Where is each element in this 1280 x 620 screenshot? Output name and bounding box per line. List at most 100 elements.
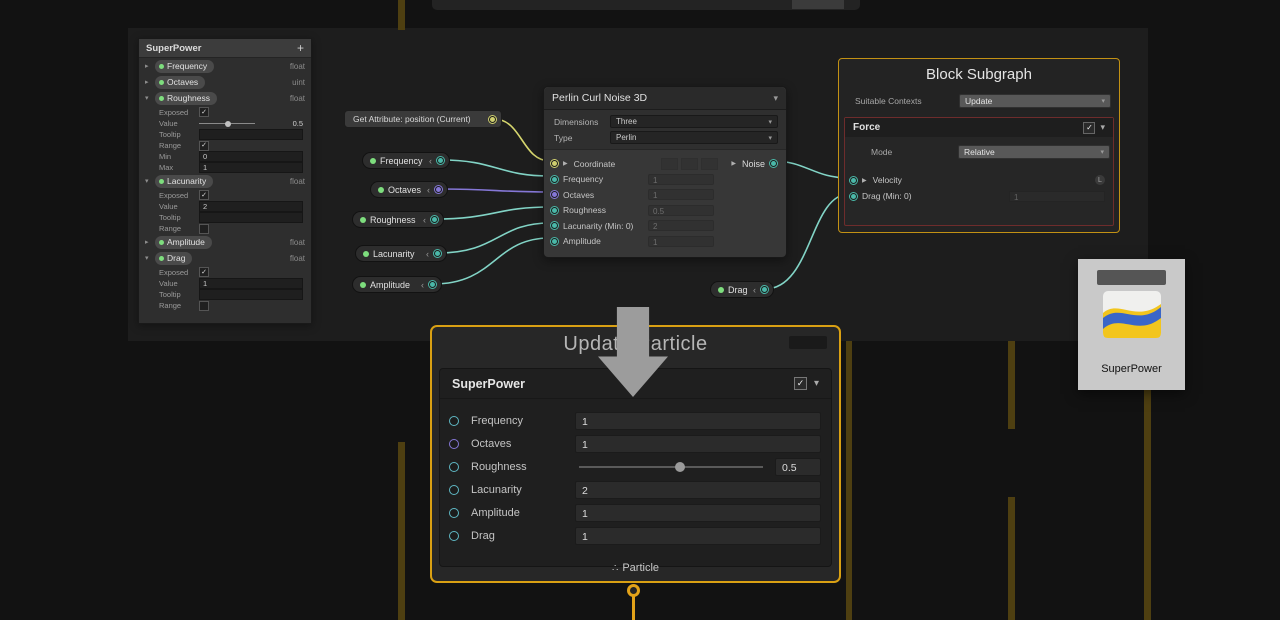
min-field[interactable]: 0 bbox=[199, 151, 303, 162]
collapse-icon[interactable]: ‹ bbox=[421, 280, 424, 290]
property-pill[interactable]: Octaves bbox=[155, 76, 205, 89]
z-field[interactable] bbox=[701, 158, 718, 170]
get-attribute-node[interactable]: Get Attribute: position (Current) bbox=[344, 110, 502, 128]
property-pill[interactable]: Amplitude bbox=[155, 236, 212, 249]
param-output-port[interactable] bbox=[433, 249, 442, 258]
noise-output-port[interactable] bbox=[769, 159, 778, 168]
mode-dropdown[interactable]: Relative▾ bbox=[958, 145, 1110, 159]
range-checkbox[interactable]: ✓ bbox=[199, 141, 209, 151]
coordinate-input-port[interactable] bbox=[550, 159, 559, 168]
dimensions-dropdown[interactable]: Three▾ bbox=[610, 115, 778, 128]
tooltip-field[interactable] bbox=[199, 289, 303, 300]
flow-output-port[interactable] bbox=[627, 584, 640, 597]
blackboard-header[interactable]: SuperPower + bbox=[139, 39, 311, 58]
range-checkbox[interactable] bbox=[199, 301, 209, 311]
roughness-input-port[interactable] bbox=[550, 206, 559, 215]
frequency-input-port[interactable] bbox=[550, 175, 559, 184]
frequency-value-field[interactable]: 1 bbox=[648, 174, 714, 185]
exposed-checkbox[interactable]: ✓ bbox=[199, 107, 209, 117]
param-output-port[interactable] bbox=[760, 285, 769, 294]
range-checkbox[interactable] bbox=[199, 224, 209, 234]
value-field[interactable]: 1 bbox=[199, 278, 303, 289]
roughness-value-field[interactable]: 0.5 bbox=[648, 205, 714, 216]
collapse-icon[interactable]: ‹ bbox=[427, 185, 430, 195]
amplitude-value-field[interactable]: 1 bbox=[648, 236, 714, 247]
collapse-icon[interactable]: ‹ bbox=[429, 156, 432, 166]
drag-field[interactable]: 1 bbox=[575, 527, 821, 545]
value-slider[interactable] bbox=[199, 123, 255, 124]
blackboard-property-drag[interactable]: ▾ Drag float bbox=[139, 250, 311, 266]
drag-port[interactable] bbox=[449, 531, 459, 541]
blackboard-property-roughness[interactable]: ▾ Roughness float bbox=[139, 90, 311, 106]
lacunarity-value-field[interactable]: 2 bbox=[648, 220, 714, 231]
param-output-port[interactable] bbox=[430, 215, 439, 224]
amplitude-input-port[interactable] bbox=[550, 237, 559, 246]
collapse-caret-icon[interactable]: ▾ bbox=[145, 94, 155, 102]
param-output-port[interactable] bbox=[434, 185, 443, 194]
roughness-port[interactable] bbox=[449, 462, 459, 472]
property-pill[interactable]: Drag bbox=[155, 252, 192, 265]
frequency-field[interactable]: 1 bbox=[575, 412, 821, 430]
add-property-button[interactable]: + bbox=[297, 41, 304, 55]
exposed-checkbox[interactable]: ✓ bbox=[199, 267, 209, 277]
param-node-octaves[interactable]: Octaves ‹ bbox=[370, 181, 448, 198]
expand-caret-icon[interactable]: ▸ bbox=[145, 238, 155, 246]
suitable-contexts-dropdown[interactable]: Update▾ bbox=[959, 94, 1111, 108]
blackboard-property-lacunarity[interactable]: ▾ Lacunarity float bbox=[139, 173, 311, 189]
property-pill[interactable]: Roughness bbox=[155, 92, 217, 105]
blackboard-property-frequency[interactable]: ▸ Frequency float bbox=[139, 58, 311, 74]
param-output-port[interactable] bbox=[428, 280, 437, 289]
amplitude-port[interactable] bbox=[449, 508, 459, 518]
blackboard-property-octaves[interactable]: ▸ Octaves uint bbox=[139, 74, 311, 90]
blackboard-property-amplitude[interactable]: ▸ Amplitude float bbox=[139, 234, 311, 250]
chevron-down-icon[interactable]: ▾ bbox=[773, 93, 778, 104]
octaves-input-port[interactable] bbox=[550, 190, 559, 199]
drag-input-port[interactable] bbox=[849, 192, 858, 201]
slider-handle[interactable] bbox=[225, 121, 231, 127]
param-node-lacunarity[interactable]: Lacunarity ‹ bbox=[355, 245, 447, 262]
chevron-down-icon[interactable]: ▾ bbox=[814, 378, 819, 389]
block-enabled-checkbox[interactable]: ✓ bbox=[794, 377, 807, 390]
frequency-port[interactable] bbox=[449, 416, 459, 426]
collapse-icon[interactable]: ‹ bbox=[426, 249, 429, 259]
param-output-port[interactable] bbox=[436, 156, 445, 165]
expand-caret-icon[interactable]: ▸ bbox=[145, 78, 155, 86]
drag-value-field[interactable]: 1 bbox=[1009, 191, 1105, 202]
block-subgraph-panel[interactable]: Block Subgraph Suitable Contexts Update▾… bbox=[838, 58, 1120, 233]
param-node-drag[interactable]: Drag ‹ bbox=[710, 281, 774, 298]
roughness-slider[interactable] bbox=[575, 458, 767, 476]
property-pill[interactable]: Lacunarity bbox=[155, 175, 213, 188]
param-node-frequency[interactable]: Frequency ‹ bbox=[362, 152, 450, 169]
lacunarity-port[interactable] bbox=[449, 485, 459, 495]
value-field[interactable]: 2 bbox=[199, 201, 303, 212]
roughness-field[interactable]: 0.5 bbox=[775, 458, 821, 476]
subgraph-asset-card[interactable]: SuperPower bbox=[1078, 259, 1185, 390]
octaves-field[interactable]: 1 bbox=[575, 435, 821, 453]
tooltip-field[interactable] bbox=[199, 212, 303, 223]
property-pill[interactable]: Frequency bbox=[155, 60, 214, 73]
context-options-badge[interactable] bbox=[789, 336, 827, 349]
expand-arrow-icon[interactable]: ▶ bbox=[862, 177, 867, 184]
param-node-roughness[interactable]: Roughness ‹ bbox=[352, 211, 444, 228]
tooltip-field[interactable] bbox=[199, 129, 303, 140]
expand-caret-icon[interactable]: ▸ bbox=[145, 62, 155, 70]
lacunarity-input-port[interactable] bbox=[550, 221, 559, 230]
force-block-header[interactable]: Force ✓ ▾ bbox=[845, 118, 1113, 137]
superpower-block[interactable]: SuperPower ✓ ▾ Frequency 1 Octaves 1 Rou… bbox=[439, 368, 832, 567]
octaves-value-field[interactable]: 1 bbox=[648, 189, 714, 200]
collapse-caret-icon[interactable]: ▾ bbox=[145, 177, 155, 185]
amplitude-field[interactable]: 1 bbox=[575, 504, 821, 522]
perlin-curl-noise-node[interactable]: Perlin Curl Noise 3D ▾ Dimensions Three▾… bbox=[543, 86, 787, 258]
node-header[interactable]: Perlin Curl Noise 3D ▾ bbox=[544, 87, 786, 110]
x-field[interactable] bbox=[661, 158, 678, 170]
chevron-down-icon[interactable]: ▾ bbox=[1100, 122, 1105, 133]
position-output-port[interactable] bbox=[488, 115, 497, 124]
collapse-caret-icon[interactable]: ▾ bbox=[145, 254, 155, 262]
lacunarity-field[interactable]: 2 bbox=[575, 481, 821, 499]
collapse-icon[interactable]: ‹ bbox=[753, 285, 756, 295]
y-field[interactable] bbox=[681, 158, 698, 170]
max-field[interactable]: 1 bbox=[199, 162, 303, 173]
velocity-input-port[interactable] bbox=[849, 176, 858, 185]
expand-arrow-icon[interactable]: ▶ bbox=[563, 160, 568, 167]
collapse-icon[interactable]: ‹ bbox=[423, 215, 426, 225]
